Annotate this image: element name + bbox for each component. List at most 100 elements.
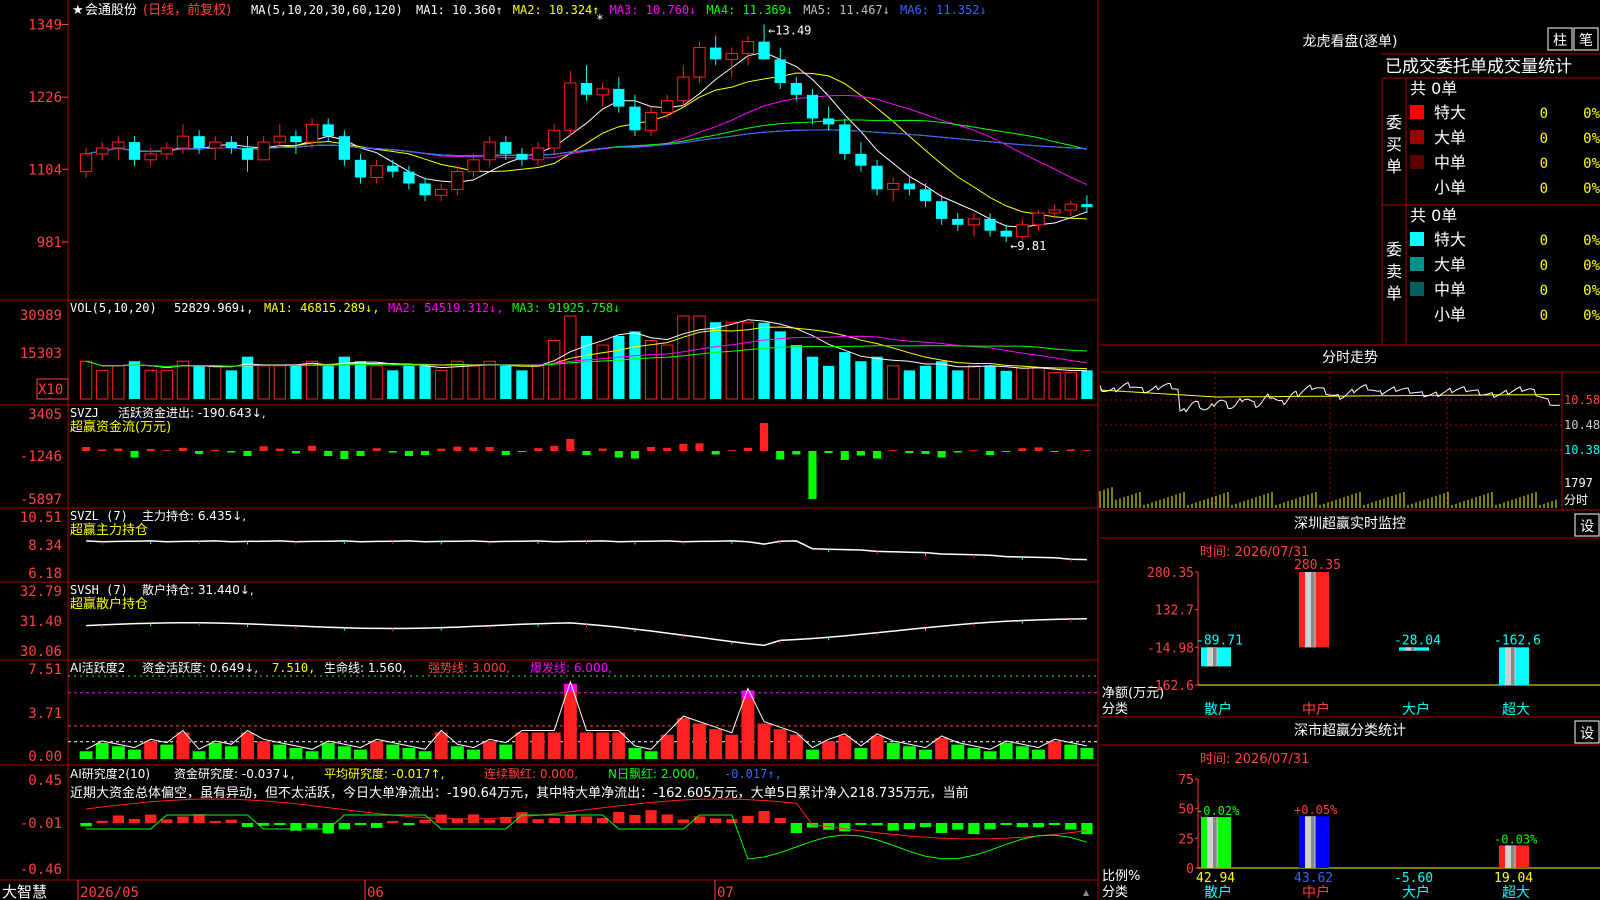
ai-act-value: 资金活跃度: 0.649↓, bbox=[142, 660, 258, 675]
candle-body-up bbox=[596, 88, 609, 96]
volume-bar-down bbox=[613, 335, 625, 399]
activity-bar-strong bbox=[547, 732, 561, 759]
volume-bar-down bbox=[903, 370, 916, 399]
activity-bar-strong bbox=[757, 723, 771, 759]
sell-label: 单 bbox=[1386, 284, 1402, 303]
vol-ma2: MA2: 54519.312↓, bbox=[388, 301, 504, 315]
research-bar-pos bbox=[580, 816, 593, 823]
candle-body-up bbox=[176, 135, 190, 149]
activity-bar-strong bbox=[1048, 741, 1062, 759]
intraday-tick: 10.58 bbox=[1564, 393, 1600, 407]
sell-row-name: 小单 bbox=[1434, 305, 1466, 324]
szcls-xlabel: 分类 bbox=[1102, 885, 1128, 900]
research-bar-pos bbox=[209, 820, 221, 823]
szmon-bar-shade bbox=[1511, 647, 1515, 685]
volume-bar-down bbox=[629, 331, 641, 399]
flow-bar-in bbox=[146, 449, 155, 451]
candle-body-down bbox=[387, 165, 399, 172]
szcls-bar-shade bbox=[1311, 816, 1315, 868]
research-bar-neg bbox=[968, 823, 980, 835]
candle-body-down bbox=[758, 41, 770, 60]
flow-bar-out bbox=[243, 451, 252, 456]
szmon-xlabel: 分类 bbox=[1102, 702, 1128, 717]
volume-bar-down bbox=[290, 365, 302, 399]
svsh-tick: 32.79 bbox=[20, 584, 62, 600]
intraday-vol-tick: 1797 bbox=[1564, 476, 1593, 490]
ma-value-1: MA1: 10.360↑ bbox=[416, 3, 503, 17]
volume-bar-down bbox=[1000, 370, 1012, 399]
szcls-value-label: 19.04 bbox=[1494, 871, 1533, 886]
activity-bar-weak bbox=[644, 751, 658, 759]
flow-bar-in bbox=[372, 448, 381, 451]
volume-bar-down bbox=[839, 352, 851, 399]
research-bar-pos bbox=[483, 819, 496, 823]
volume-bar-up bbox=[96, 369, 109, 400]
research-bar-neg bbox=[274, 823, 286, 825]
candle-body-up bbox=[1064, 203, 1077, 211]
flow-bar-in bbox=[679, 443, 688, 451]
sell-row-swatch bbox=[1410, 257, 1424, 271]
szmon-category: 散户 bbox=[1204, 701, 1232, 718]
research-bar-neg bbox=[903, 823, 916, 830]
flow-bar-out bbox=[195, 451, 204, 454]
research-bar-pos bbox=[709, 818, 722, 823]
candle-body-down bbox=[790, 83, 803, 95]
activity-bar-weak bbox=[386, 744, 400, 759]
flow-bar-out bbox=[873, 451, 882, 459]
szmon-value-label: -162.6 bbox=[1494, 633, 1541, 648]
candle-body-down bbox=[290, 136, 302, 143]
activity-bar-weak bbox=[95, 742, 109, 759]
research-bar-pos bbox=[112, 815, 125, 823]
svsh-sub: 超赢散户持仓 bbox=[70, 596, 148, 612]
flow-bar-in bbox=[550, 445, 559, 451]
buy-row-pct: 0% bbox=[1583, 181, 1600, 197]
szmon-settings-label: 设 bbox=[1580, 519, 1594, 535]
volume-bar-down bbox=[790, 345, 803, 399]
activity-bar-weak bbox=[806, 749, 819, 759]
activity-bar-weak bbox=[208, 742, 222, 759]
activity-bar-weak bbox=[499, 744, 513, 759]
svsh-head: SVSH (7) bbox=[70, 583, 128, 597]
research-bar-pos bbox=[677, 819, 690, 823]
intraday-tick: 10.48 bbox=[1564, 418, 1600, 432]
flow-bar-out bbox=[937, 451, 946, 458]
activity-bar-strong bbox=[580, 732, 593, 759]
research-bar-neg bbox=[855, 823, 867, 825]
activity-bar-weak bbox=[983, 751, 997, 759]
activity-bar-strong bbox=[370, 741, 384, 759]
candle-body-up bbox=[483, 141, 496, 161]
date-label: 06 bbox=[367, 885, 384, 900]
research-bar-pos bbox=[161, 819, 173, 823]
research-bar-neg bbox=[790, 823, 803, 834]
flow-bar-out bbox=[630, 451, 639, 459]
flow-bar-in bbox=[437, 448, 446, 451]
activity-bar-burst bbox=[563, 683, 577, 692]
flow-bar-out bbox=[1002, 451, 1011, 452]
flow-bar-in bbox=[178, 447, 187, 451]
volume-bar-down bbox=[935, 361, 948, 399]
svzl-value: 主力持仓: 6.435↓, bbox=[142, 508, 246, 523]
volume-bar-up bbox=[1032, 367, 1045, 400]
activity-bar-weak bbox=[273, 744, 287, 759]
star-icon: ★ bbox=[72, 3, 84, 18]
szcls-bar-shade bbox=[1213, 817, 1217, 868]
ai-act-tick: 7.51 bbox=[28, 662, 62, 678]
activity-bar-weak bbox=[321, 742, 335, 759]
candle-body-down bbox=[338, 136, 351, 160]
activity-bar-strong bbox=[612, 732, 626, 759]
research-bar-neg bbox=[290, 823, 302, 831]
research-bar-pos bbox=[613, 811, 625, 823]
activity-bar-weak bbox=[1032, 749, 1045, 759]
activity-bar-weak bbox=[450, 746, 464, 759]
volume-bar-up bbox=[741, 321, 755, 400]
volume-bar-up bbox=[257, 365, 270, 400]
flow-bar-in bbox=[1018, 448, 1027, 451]
vol-ma1: MA1: 46815.289↓, bbox=[264, 301, 380, 315]
volume-bar-up bbox=[967, 365, 981, 400]
sell-row-count: 0 bbox=[1540, 283, 1548, 299]
buy-row-name: 中单 bbox=[1434, 153, 1466, 172]
szmon-tick: -14.98 bbox=[1147, 641, 1194, 656]
sell-total: 共 0单 bbox=[1410, 206, 1457, 225]
candle-body-down bbox=[128, 142, 141, 160]
flow-bar-in bbox=[275, 448, 284, 451]
